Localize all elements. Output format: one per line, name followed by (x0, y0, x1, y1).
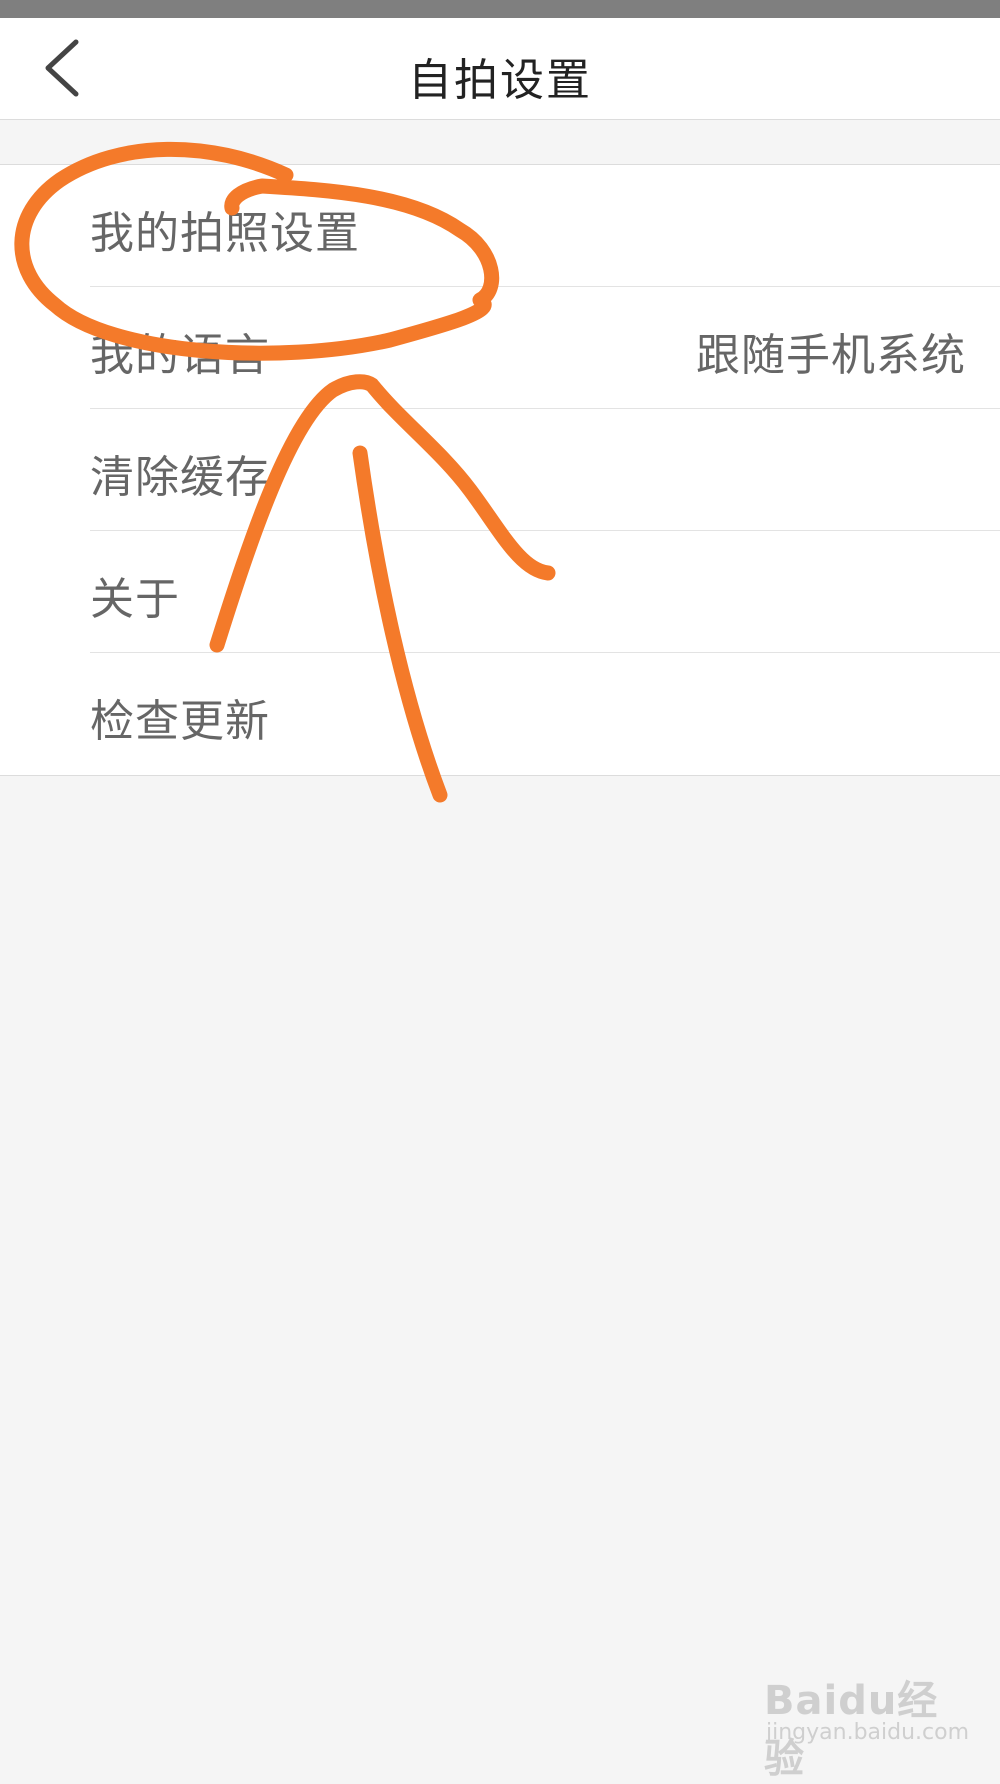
status-bar (0, 0, 1000, 18)
menu-item-about[interactable]: 关于 (90, 531, 1000, 653)
watermark: Baidu经验 jingyan.baidu.com (764, 1668, 969, 1782)
watermark-url: jingyan.baidu.com (766, 1720, 970, 1745)
menu-item-label: 关于 (90, 574, 180, 625)
menu-item-label: 我的拍照设置 (90, 208, 360, 259)
header: 自拍设置 (0, 18, 1000, 120)
menu-item-language[interactable]: 我的语言 跟随手机系统 (90, 287, 1000, 409)
menu-item-photo-settings[interactable]: 我的拍照设置 (90, 165, 1000, 287)
page-title: 自拍设置 (408, 55, 592, 106)
menu-item-clear-cache[interactable]: 清除缓存 (90, 409, 1000, 531)
menu-item-check-update[interactable]: 检查更新 (90, 653, 1000, 775)
menu-item-label: 我的语言 (90, 330, 270, 381)
menu-item-value: 跟随手机系统 (696, 330, 966, 381)
menu-item-label: 检查更新 (90, 696, 270, 747)
settings-list: 我的拍照设置 我的语言 跟随手机系统 清除缓存 关于 检查更新 (0, 164, 1000, 776)
menu-item-label: 清除缓存 (90, 452, 270, 503)
